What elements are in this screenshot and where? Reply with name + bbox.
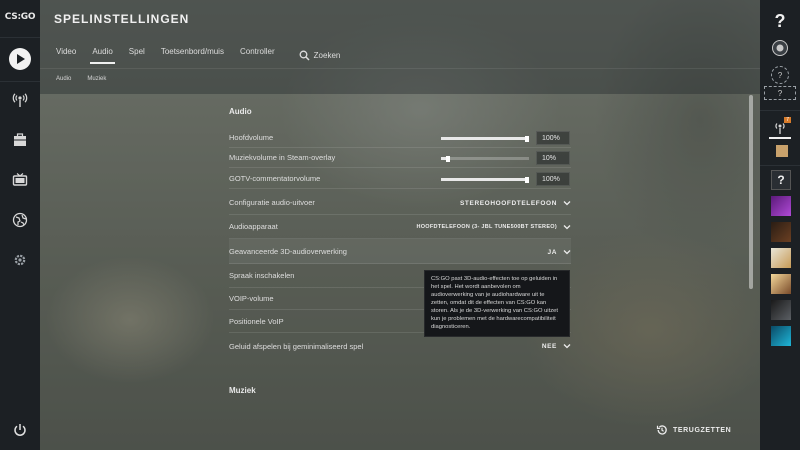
settings-tabs: Video Audio Spel Toetsenbord/muis Contro… — [56, 47, 340, 64]
setting-label: Geavanceerde 3D-audioverwerking — [229, 246, 347, 256]
settings-header: SPELINSTELLINGEN Video Audio Spel Toetse… — [40, 0, 760, 94]
search-icon — [299, 50, 310, 61]
csgo-logo: CS:GO — [4, 12, 36, 22]
tab-spel[interactable]: Spel — [129, 47, 145, 64]
skill-group-icon[interactable] — [767, 35, 793, 61]
dropdown-value: JA — [547, 248, 557, 256]
value-box[interactable]: 10% — [536, 151, 570, 165]
tab-audio[interactable]: Audio — [90, 47, 116, 64]
power-icon[interactable] — [8, 418, 32, 442]
tv-icon[interactable] — [8, 168, 32, 192]
sidebar-divider — [0, 37, 40, 38]
scrollbar[interactable] — [749, 95, 753, 289]
setting-row-gotv-volume: GOTV-commentatorvolume 100% — [229, 169, 571, 189]
audio-device-dropdown[interactable]: HOOFDTELEFOON (3- JBL TUNE500BT STEREO) — [416, 221, 571, 233]
friend-avatar[interactable] — [771, 196, 791, 216]
audio-output-dropdown[interactable]: STEREOHOOFDTELEFOON — [460, 197, 571, 209]
setting-row-audioapparaat: Audioapparaat HOOFDTELEFOON (3- JBL TUNE… — [229, 215, 571, 239]
play-button[interactable] — [9, 48, 31, 70]
dropdown-value: HOOFDTELEFOON (3- JBL TUNE500BT STEREO) — [416, 224, 557, 230]
sidebar-divider — [0, 81, 40, 82]
friend-avatar[interactable] — [771, 326, 791, 346]
setting-row-muziekvolume: Muziekvolume in Steam-overlay 10% — [229, 148, 571, 168]
page-title: SPELINSTELLINGEN — [54, 12, 190, 26]
friend-avatar[interactable]: ? — [771, 170, 791, 190]
friend-avatar[interactable] — [771, 274, 791, 294]
value-box[interactable]: 100% — [536, 131, 570, 145]
volume-slider[interactable] — [441, 155, 529, 162]
chevron-down-icon — [563, 201, 571, 206]
setting-row-3d-audio: Geavanceerde 3D-audioverwerking JA — [229, 239, 571, 264]
invite-label: ? — [777, 88, 783, 98]
3d-audio-dropdown[interactable]: JA — [547, 246, 571, 258]
rank-badge-icon[interactable]: ? — [767, 62, 793, 88]
volume-slider[interactable] — [441, 135, 529, 142]
help-icon: ? — [774, 10, 786, 31]
watch-icon[interactable] — [8, 88, 32, 112]
dropdown-value: STEREOHOOFDTELEFOON — [460, 199, 557, 207]
dropdown-value: NEE — [541, 342, 557, 350]
chevron-down-icon — [563, 344, 571, 349]
volume-slider[interactable] — [441, 176, 529, 183]
settings-content: Audio Hoofdvolume 100% Muziekvolume in S… — [40, 94, 760, 450]
search-button[interactable]: Zoeken — [299, 47, 341, 64]
settings-gear-icon[interactable] — [8, 248, 32, 272]
active-indicator — [769, 137, 791, 139]
friend-avatar[interactable] — [771, 248, 791, 268]
tab-video[interactable]: Video — [56, 47, 76, 64]
reset-label: TERUGZETTEN — [673, 426, 732, 434]
header-divider — [40, 68, 760, 69]
globe-icon[interactable] — [8, 208, 32, 232]
sidebar-divider — [760, 110, 800, 111]
unknown-avatar-icon: ? — [777, 173, 785, 187]
history-icon — [656, 425, 667, 435]
friend-avatar[interactable] — [776, 145, 788, 157]
audio-section-title: Audio — [229, 107, 252, 116]
help-button[interactable]: ? — [767, 8, 793, 34]
chevron-down-icon — [563, 225, 571, 230]
chevron-down-icon — [563, 250, 571, 255]
notification-count: 7 — [784, 117, 791, 123]
invite-button[interactable]: ? — [764, 86, 796, 100]
setting-label: Geluid afspelen bij geminimaliseerd spel — [229, 341, 364, 351]
rank-badge: ? — [771, 66, 789, 84]
reset-button[interactable]: TERUGZETTEN — [656, 424, 731, 436]
value-box[interactable]: 100% — [536, 172, 570, 186]
tab-controller[interactable]: Controller — [240, 47, 275, 64]
minimized-sound-dropdown[interactable]: NEE — [542, 340, 571, 352]
sidebar-divider — [760, 165, 800, 166]
subtab-audio[interactable]: Audio — [56, 76, 71, 82]
setting-row-minimized: Geluid afspelen bij geminimaliseerd spel… — [229, 334, 571, 358]
friend-avatar[interactable] — [771, 222, 791, 242]
inventory-icon[interactable] — [8, 128, 32, 152]
left-sidebar: CS:GO — [0, 0, 40, 450]
friend-avatar[interactable] — [771, 300, 791, 320]
setting-row-hoofdvolume: Hoofdvolume 100% — [229, 128, 571, 148]
3d-audio-tooltip: CS:GO past 3D-audio-effecten toe op gelu… — [424, 270, 570, 337]
music-section-title: Muziek — [229, 386, 256, 395]
audio-subtabs: Audio Muziek — [56, 76, 122, 82]
search-label: Zoeken — [313, 51, 341, 60]
setting-row-audio-uitvoer: Configuratie audio-uitvoer STEREOHOOFDTE… — [229, 191, 571, 215]
subtab-muziek[interactable]: Muziek — [87, 76, 106, 82]
tab-toetsenbord-muis[interactable]: Toetsenbord/muis — [161, 47, 224, 64]
right-sidebar: ? ? ? 7 ? — [760, 0, 800, 450]
